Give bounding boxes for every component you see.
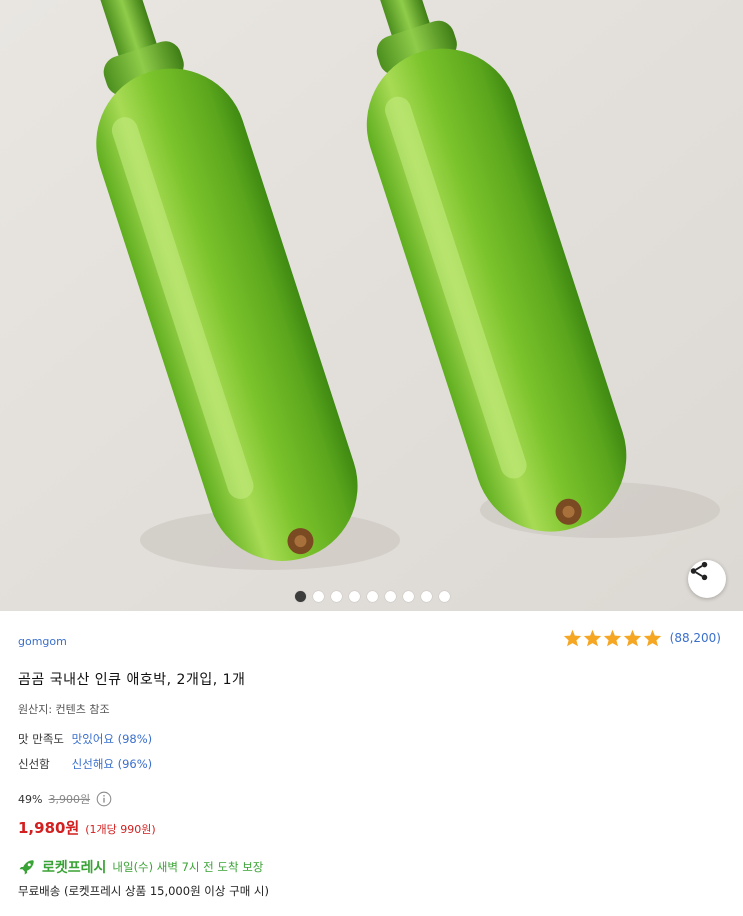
star-icon bbox=[643, 629, 661, 647]
gallery-pagination bbox=[295, 591, 450, 602]
feature-value: 맛있어요 (98%) bbox=[71, 732, 153, 746]
rating[interactable]: (88,200) bbox=[563, 629, 721, 647]
star-icon bbox=[563, 629, 581, 647]
star-icon bbox=[583, 629, 601, 647]
feature-value: 신선해요 (96%) bbox=[71, 757, 153, 771]
sale-price: 1,980원 bbox=[18, 819, 80, 837]
original-price: 3,900원 bbox=[48, 793, 91, 806]
review-count[interactable]: (88,200) bbox=[670, 631, 721, 645]
gallery-dot[interactable] bbox=[403, 591, 414, 602]
info-icon[interactable] bbox=[96, 791, 112, 807]
delivery-eta: 내일(수) 새벽 7시 전 도착 보장 bbox=[112, 860, 264, 874]
product-title: 곰곰 국내산 인큐 애호박, 2개입, 1개 bbox=[18, 672, 246, 688]
gallery-dot[interactable] bbox=[313, 591, 324, 602]
unit-price: (1개당 990원) bbox=[85, 823, 156, 836]
gallery-dot[interactable] bbox=[349, 591, 360, 602]
feature-row: 맛 만족도 맛있어요 (98%) bbox=[18, 731, 152, 747]
feature-row: 신선함 신선해요 (96%) bbox=[18, 756, 152, 772]
gallery-dot[interactable] bbox=[385, 591, 396, 602]
price-row: 1,980원 (1개당 990원) bbox=[18, 817, 156, 838]
gallery-dot[interactable] bbox=[367, 591, 378, 602]
gallery-dot[interactable] bbox=[295, 591, 306, 602]
delivery-badge: 로켓프레시 bbox=[42, 860, 107, 876]
free-shipping-info: 무료배송 (로켓프레시 상품 15,000원 이상 구매 시) bbox=[18, 884, 270, 898]
share-icon bbox=[690, 561, 708, 581]
origin-info: 원산지: 컨텐츠 참조 bbox=[18, 703, 110, 716]
discount-row: 49% 3,900원 bbox=[18, 791, 112, 807]
product-info: gomgom (88,200) 곰곰 국내산 인큐 애호박, 2개입, 1개 원… bbox=[0, 611, 743, 916]
gallery-dot[interactable] bbox=[421, 591, 432, 602]
gallery-dot[interactable] bbox=[331, 591, 342, 602]
share-button[interactable] bbox=[688, 560, 726, 598]
star-icon bbox=[623, 629, 641, 647]
discount-rate: 49% bbox=[18, 792, 43, 806]
feature-label: 신선함 bbox=[18, 757, 50, 771]
gallery-dot[interactable] bbox=[439, 591, 450, 602]
delivery-row: 로켓프레시 내일(수) 새벽 7시 전 도착 보장 bbox=[18, 857, 263, 877]
zucchini-photo bbox=[0, 0, 743, 611]
star-icon bbox=[603, 629, 621, 647]
product-image-gallery[interactable] bbox=[0, 0, 743, 611]
rocket-icon bbox=[19, 860, 34, 875]
feature-label: 맛 만족도 bbox=[18, 732, 64, 746]
star-rating bbox=[563, 629, 662, 647]
brand-link[interactable]: gomgom bbox=[18, 635, 67, 648]
